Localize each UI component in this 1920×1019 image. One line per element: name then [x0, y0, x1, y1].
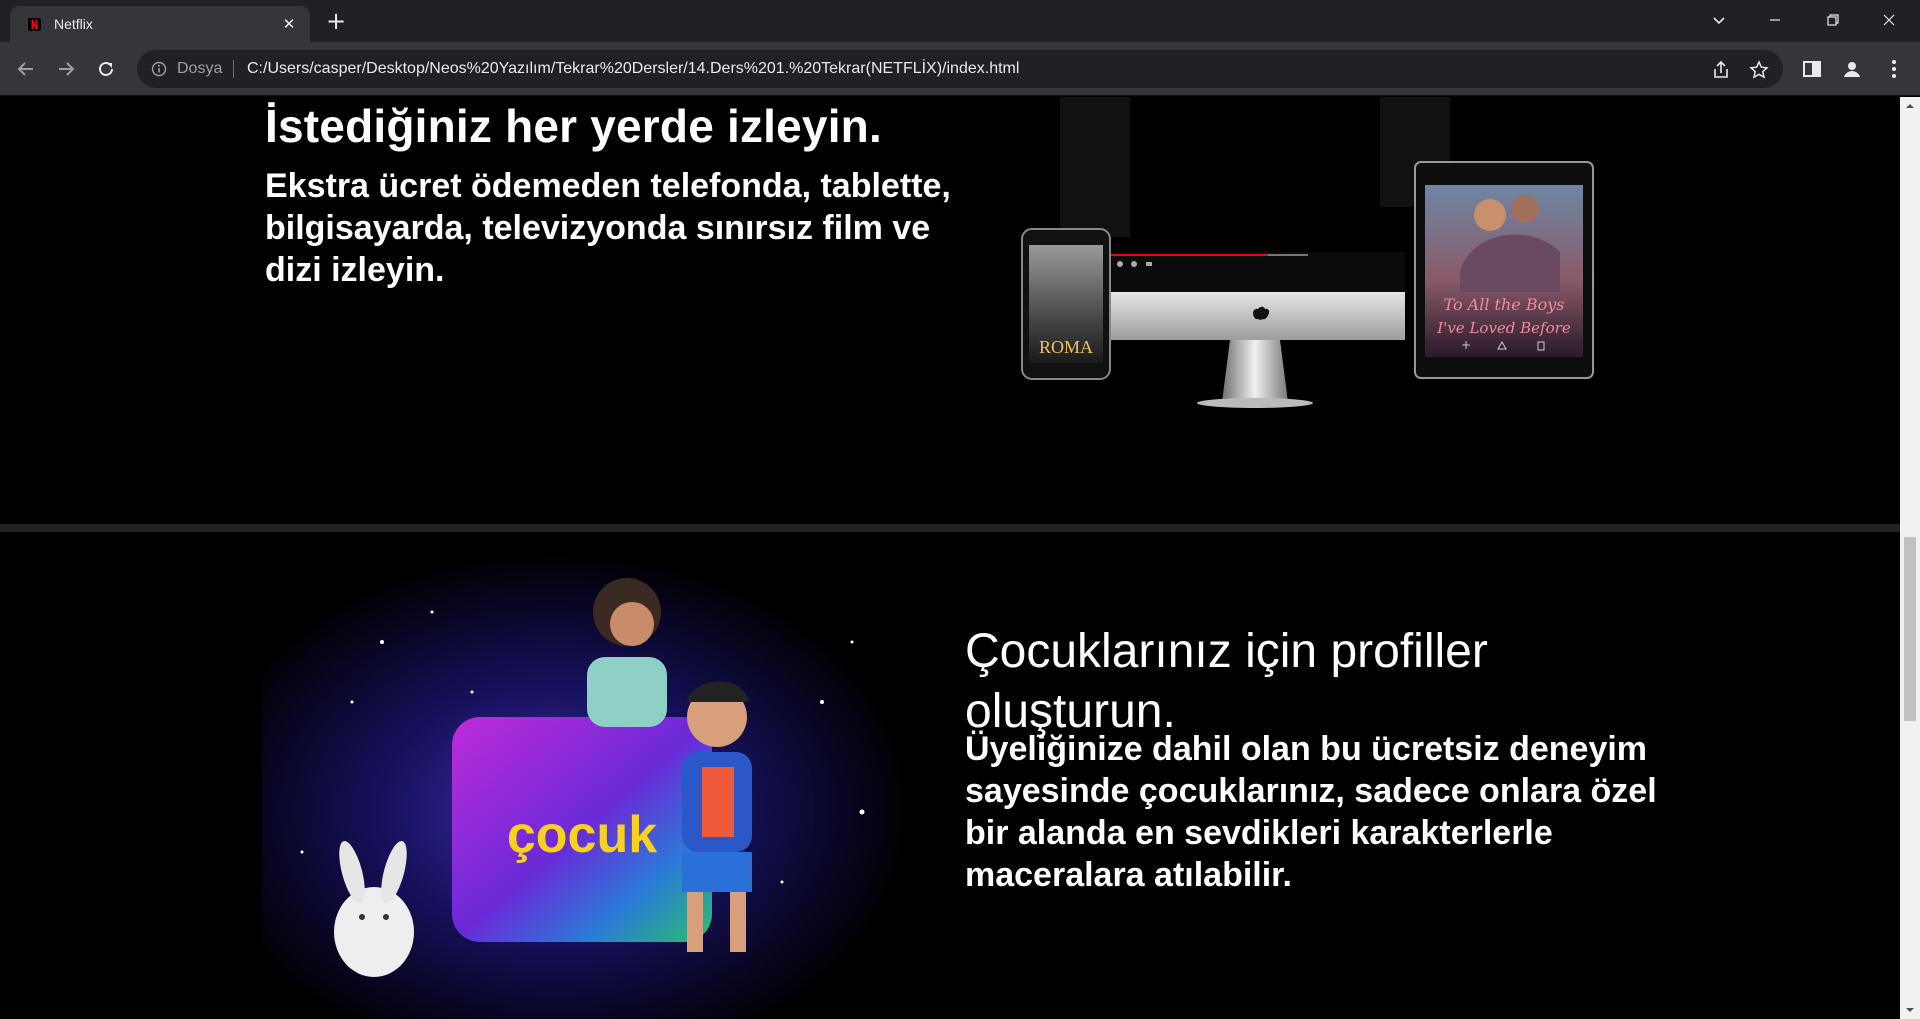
browser-toolbar: Dosya C:/Users/casper/Desktop/Neos%20Yaz… — [0, 42, 1920, 96]
tab-close-icon[interactable]: ✕ — [280, 15, 298, 33]
kids-text: Üyeliğinize dahil olan bu ücretsiz deney… — [965, 730, 1657, 894]
kids-section: çocuk Çocuklarınız için profiller oluştu… — [0, 532, 1900, 1019]
kids-badge-text: çocuk — [507, 806, 657, 864]
tab-title: Netflix — [54, 16, 93, 32]
scroll-down-icon[interactable] — [1900, 1002, 1920, 1019]
forward-icon[interactable] — [52, 55, 80, 83]
omnibox-separator — [233, 60, 234, 78]
back-icon[interactable] — [12, 55, 40, 83]
netflix-favicon-icon — [28, 18, 41, 31]
profile-icon[interactable] — [1840, 57, 1864, 81]
address-bar[interactable]: Dosya C:/Users/casper/Desktop/Neos%20Yaz… — [137, 50, 1783, 88]
restore-icon[interactable] — [1810, 4, 1856, 36]
section-divider — [0, 524, 1900, 532]
tab-search-icon[interactable] — [1696, 4, 1742, 36]
share-icon[interactable] — [1711, 60, 1731, 80]
page-viewport: İstediğiniz her yerde izleyin. Ekstra üc… — [0, 97, 1900, 1019]
menu-icon[interactable] — [1882, 57, 1906, 81]
scroll-thumb[interactable] — [1904, 537, 1916, 721]
url-text[interactable]: C:/Users/casper/Desktop/Neos%20Yazılım/T… — [247, 60, 1019, 78]
minimize-icon[interactable] — [1752, 4, 1798, 36]
info-icon[interactable] — [151, 61, 167, 77]
roma-poster-title: ROMA — [1039, 337, 1093, 357]
side-panel-icon[interactable] — [1800, 57, 1824, 81]
page-scrollbar[interactable] — [1900, 97, 1920, 1019]
scroll-up-icon[interactable] — [1900, 97, 1920, 114]
kids-image: çocuk — [262, 552, 912, 1019]
devices-text: Ekstra ücret ödemeden telefonda, tablett… — [265, 167, 951, 289]
scheme-label: Dosya — [177, 60, 223, 77]
tablet-poster-title-1: To All the Boys — [1444, 295, 1565, 314]
svg-text:+: + — [1461, 338, 1471, 352]
devices-image: ROMA To All the Boys I've Loved Before + — [1021, 97, 1594, 408]
reload-icon[interactable] — [92, 55, 120, 83]
new-tab-button[interactable]: + — [322, 8, 350, 36]
devices-section: İstediğiniz her yerde izleyin. Ekstra üc… — [0, 97, 1900, 524]
star-icon[interactable] — [1749, 60, 1769, 80]
kids-title: Çocuklarınız için profiller oluşturun. — [965, 625, 1488, 738]
browser-tab[interactable]: Netflix ✕ — [10, 6, 310, 42]
devices-title: İstediğiniz her yerde izleyin. — [265, 100, 882, 152]
tablet-poster-title-2: I've Loved Before — [1436, 319, 1571, 337]
tab-strip: Netflix ✕ + — [0, 0, 1920, 42]
close-icon[interactable] — [1866, 4, 1912, 36]
